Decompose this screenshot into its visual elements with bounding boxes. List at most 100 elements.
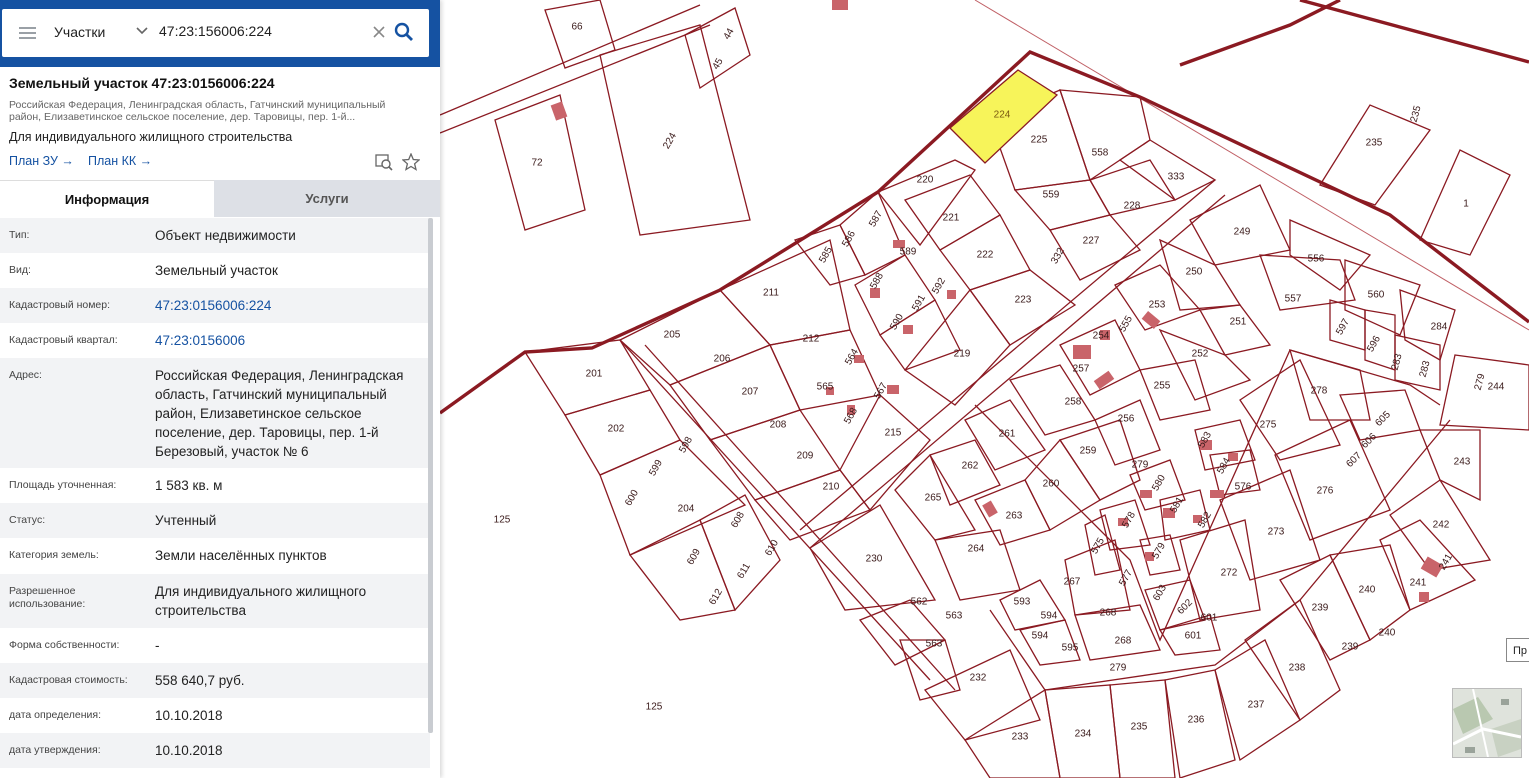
info-row: Категория земель: Земли населённых пункто…	[0, 538, 430, 574]
star-icon[interactable]	[402, 153, 420, 171]
plot-label: 1	[1463, 199, 1469, 210]
info-row: дата утверждения: 10.10.2018	[0, 733, 430, 768]
plot-label: 596	[1365, 334, 1383, 354]
plot-label: 230	[866, 554, 883, 565]
road-inner-3	[989, 609, 1046, 691]
plot-label: 260	[1043, 479, 1060, 490]
plot-label: 562	[911, 597, 928, 608]
info-row-key: Разрешенное использование:	[9, 585, 86, 610]
plot-label: 578	[1120, 510, 1138, 530]
info-row: Кадастровая стоимость: 558 640,7 руб.	[0, 663, 430, 698]
plot-label: 66	[571, 22, 583, 33]
plot-label: 237	[1248, 700, 1265, 711]
close-icon[interactable]	[372, 25, 386, 39]
plot-label: 607	[1344, 450, 1364, 470]
plot-label: 565	[817, 382, 834, 393]
plot-label: 44	[722, 26, 737, 42]
basemap-switcher[interactable]	[1452, 688, 1522, 758]
plot-label: 261	[999, 429, 1016, 440]
plot-label: 211	[763, 288, 779, 299]
info-row-key: дата утверждения:	[9, 744, 101, 756]
tab-info[interactable]: Информация	[0, 180, 214, 218]
collapse-panel-icon[interactable]	[439, 22, 440, 42]
plot-label: 227	[1083, 236, 1100, 247]
road-upper-2	[439, 24, 711, 134]
plot-label: 279	[1473, 372, 1488, 391]
plot-label: 575	[1089, 536, 1107, 556]
plan-zu-link[interactable]: План ЗУ →	[9, 154, 74, 168]
road-upper	[439, 4, 701, 116]
tab-services[interactable]: Услуги	[214, 180, 440, 217]
plot-label: 253	[1149, 300, 1166, 311]
info-row-value[interactable]: 47:23:0156006:224	[155, 296, 430, 315]
zoom-to-object-icon[interactable]	[375, 153, 393, 171]
plot-label: 265	[925, 493, 942, 504]
plot-label: 209	[797, 451, 814, 462]
plot-label: 555	[1117, 314, 1135, 334]
plot-label: 240	[1359, 585, 1376, 596]
plot-label: 279	[1110, 663, 1127, 674]
info-row-value: 558 640,7 руб.	[155, 673, 245, 688]
info-row-key: Площадь уточненная:	[9, 479, 117, 491]
search-input[interactable]	[159, 23, 359, 39]
plot-label: 579	[1150, 541, 1168, 561]
plot-label: 558	[1092, 148, 1109, 159]
plot-label: 283	[1418, 359, 1433, 378]
info-row: Кадастровый номер: 47:23:0156006:224	[0, 288, 430, 323]
info-row-value: Российская Федерация, Ленинградская обла…	[155, 368, 404, 459]
plan-kk-link[interactable]: План КК →	[88, 154, 152, 168]
info-row: Площадь уточненная: 1 583 кв. м	[0, 468, 430, 503]
plot-label: 244	[1488, 382, 1505, 393]
plot-label: 332	[1049, 246, 1067, 266]
plot-purpose: Для индивидуального жилищного строительс…	[9, 130, 293, 144]
plot-label: 205	[664, 330, 681, 341]
info-row: Статус: Учтенный	[0, 503, 430, 538]
plot-label: 559	[1043, 190, 1060, 201]
plot-label: 275	[1260, 420, 1277, 431]
chevron-down-icon[interactable]	[135, 24, 149, 38]
plot-label: 589	[900, 247, 917, 258]
plot-title: Земельный участок 47:23:0156006:224	[9, 75, 275, 91]
info-row-key: Тип:	[9, 229, 30, 241]
plot-label: 243	[1454, 457, 1471, 468]
basemap-thumbnail	[1453, 689, 1521, 757]
plot-label: 208	[770, 420, 787, 431]
info-row-value: Объект недвижимости	[155, 228, 296, 243]
panel-scrollbar[interactable]	[428, 218, 433, 733]
plot-label: 273	[1268, 527, 1285, 538]
info-row: дата определения: 10.10.2018	[0, 698, 430, 733]
road-diagonal-2	[644, 344, 956, 691]
info-row-key: Вид:	[9, 264, 31, 276]
plot-label: 210	[823, 482, 840, 493]
plot-label: 228	[1124, 201, 1141, 212]
search-icon[interactable]	[394, 22, 414, 42]
menu-icon[interactable]	[19, 27, 36, 39]
info-row-value: Земли населённых пунктов	[155, 548, 327, 563]
plot-label: 272	[1221, 568, 1238, 579]
info-row-value[interactable]: 47:23:0156006	[155, 331, 430, 350]
plot-label: 239	[1342, 642, 1359, 653]
plot-label: 605	[1373, 409, 1393, 429]
info-row: Форма собственности: -	[0, 628, 430, 663]
plot-label: 72	[531, 158, 543, 169]
info-row: Адрес: Российская Федерация, Ленинградска…	[0, 358, 430, 468]
plot-label: 45	[711, 56, 726, 72]
plot-label: 264	[968, 544, 985, 555]
plot-address: Российская Федерация, Ленинградская обла…	[9, 99, 386, 123]
plot-label: 215	[885, 428, 902, 439]
plot-label: 257	[1073, 364, 1090, 375]
plot-label: 258	[1065, 397, 1082, 408]
plot-label: 608	[729, 510, 747, 530]
info-row-key: дата определения:	[9, 709, 102, 721]
plot-label: 600	[623, 488, 641, 508]
search-type-select[interactable]: Участки	[54, 24, 105, 40]
plot-label: 250	[1186, 267, 1203, 278]
plot-label: 560	[1368, 290, 1385, 301]
plot-label: 125	[646, 702, 663, 713]
plot-label: 206	[714, 354, 731, 365]
plot-label: 225	[1031, 135, 1048, 146]
info-row-value: 10.10.2018	[155, 708, 223, 723]
plot-label: 563	[946, 611, 963, 622]
plot-label: 585	[817, 245, 835, 265]
plot-label: 262	[962, 461, 979, 472]
